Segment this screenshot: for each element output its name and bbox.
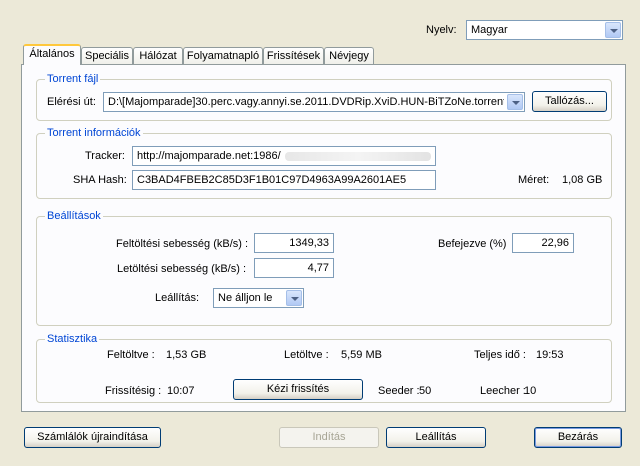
tracker-field[interactable]: http://majomparade.net:1986/ bbox=[132, 146, 436, 166]
done-field[interactable]: 22,96 bbox=[512, 233, 574, 253]
settings-group: Beállítások Feltöltési sebesség (kB/s) :… bbox=[36, 210, 612, 326]
torrent-info-title: Torrent információk bbox=[45, 127, 143, 139]
tracker-value: http://majomparade.net:1986/ bbox=[137, 150, 281, 162]
tab-network[interactable]: Hálózat bbox=[133, 47, 183, 64]
settings-title: Beállítások bbox=[45, 210, 103, 222]
seeder-value: 50 bbox=[419, 385, 432, 397]
close-button[interactable]: Bezárás bbox=[534, 427, 622, 448]
tab-log[interactable]: Folyamatnapló bbox=[183, 47, 263, 64]
chevron-down-icon[interactable] bbox=[507, 94, 523, 110]
tab-panel-general: Torrent fájl Elérési út: D:\[Majomparade… bbox=[21, 64, 626, 412]
total-time-value: 19:53 bbox=[536, 349, 564, 361]
torrent-info-group: Torrent információk Tracker: http://majo… bbox=[36, 127, 612, 199]
tab-updates-label: Frissítések bbox=[266, 50, 321, 62]
language-label: Nyelv: bbox=[426, 24, 457, 36]
tab-special-label: Speciális bbox=[84, 50, 130, 62]
download-speed-label: Letöltési sebesség (kB/s) : bbox=[117, 263, 247, 275]
seeder-label: Seeder : bbox=[378, 385, 420, 397]
download-speed-field[interactable]: 4,77 bbox=[254, 258, 334, 278]
manual-refresh-button[interactable]: Kézi frissítés bbox=[233, 379, 363, 400]
stop-button[interactable]: Leállítás bbox=[386, 427, 486, 448]
path-value: D:\[Majomparade]30.perc.vagy.annyi.se.20… bbox=[108, 96, 504, 108]
done-label: Befejezve (%) bbox=[438, 238, 507, 250]
browse-button[interactable]: Tallózás... bbox=[532, 91, 607, 112]
torrent-file-title: Torrent fájl bbox=[45, 73, 101, 85]
reset-counters-button[interactable]: Számlálók újraindítása bbox=[24, 427, 161, 448]
language-value: Magyar bbox=[471, 24, 508, 36]
tab-log-label: Folyamatnapló bbox=[186, 50, 260, 62]
stop-mode-value: Ne álljon le bbox=[218, 292, 273, 304]
tab-about[interactable]: Névjegy bbox=[324, 47, 374, 64]
refresh-countdown-value: 10:07 bbox=[167, 385, 195, 397]
stop-label: Leállítás: bbox=[155, 292, 200, 304]
tab-general[interactable]: Általános bbox=[23, 44, 81, 65]
tab-special[interactable]: Speciális bbox=[81, 47, 133, 64]
tracker-redaction bbox=[285, 152, 431, 161]
language-select[interactable]: Magyar bbox=[466, 20, 623, 40]
upload-speed-field[interactable]: 1349,33 bbox=[254, 233, 334, 253]
statistics-title: Statisztika bbox=[45, 333, 100, 345]
chevron-down-icon[interactable] bbox=[605, 22, 621, 38]
total-time-label: Teljes idő : bbox=[474, 349, 526, 361]
downloaded-label: Letöltve : bbox=[284, 349, 329, 361]
leecher-label: Leecher : bbox=[480, 385, 526, 397]
start-button[interactable]: Indítás bbox=[279, 427, 379, 448]
statistics-group: Statisztika Feltöltve : 1,53 GB Letöltve… bbox=[36, 333, 612, 403]
refresh-countdown-label: Frissítésig : bbox=[105, 385, 162, 397]
chevron-down-icon[interactable] bbox=[286, 290, 302, 306]
torrent-file-group: Torrent fájl Elérési út: D:\[Majomparade… bbox=[36, 73, 612, 121]
tab-network-label: Hálózat bbox=[139, 50, 177, 62]
tab-about-label: Névjegy bbox=[329, 50, 369, 62]
uploaded-label: Feltöltve : bbox=[107, 349, 155, 361]
tracker-label: Tracker: bbox=[85, 150, 125, 162]
tab-updates[interactable]: Frissítések bbox=[263, 47, 324, 64]
path-label: Elérési út: bbox=[47, 96, 96, 108]
path-select[interactable]: D:\[Majomparade]30.perc.vagy.annyi.se.20… bbox=[103, 92, 525, 112]
hash-label: SHA Hash: bbox=[73, 174, 127, 186]
size-value: 1,08 GB bbox=[562, 174, 603, 186]
tab-general-label: Általános bbox=[29, 48, 75, 60]
leecher-value: 10 bbox=[524, 385, 537, 397]
hash-field[interactable]: C3BAD4FBEB2C85D3F1B01C97D4963A99A2601AE5 bbox=[132, 170, 436, 190]
size-label: Méret: bbox=[518, 174, 550, 186]
stop-mode-select[interactable]: Ne álljon le bbox=[213, 288, 304, 308]
uploaded-value: 1,53 GB bbox=[166, 349, 207, 361]
upload-speed-label: Feltöltési sebesség (kB/s) : bbox=[116, 238, 249, 250]
downloaded-value: 5,59 MB bbox=[341, 349, 382, 361]
